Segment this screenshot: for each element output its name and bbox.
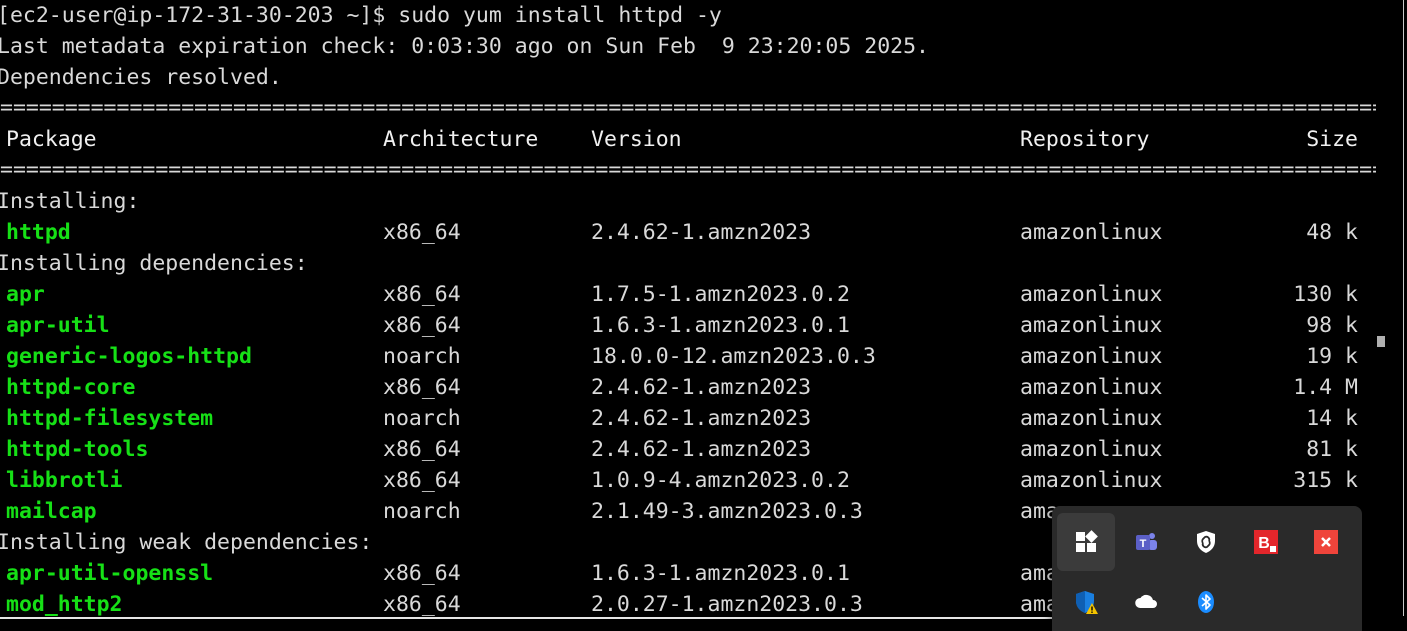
package-arch: x86_64 (383, 220, 461, 245)
package-size: 130 k (1293, 282, 1358, 307)
table-row: httpd-filesystem noarch 2.4.62-1.amzn202… (0, 403, 1376, 434)
onedrive-icon[interactable] (1117, 573, 1175, 631)
package-version: 18.0.0-12.amzn2023.0.3 (591, 344, 876, 369)
svg-text:T: T (1140, 538, 1147, 550)
package-size: 81 k (1306, 437, 1358, 462)
package-version: 2.1.49-3.amzn2023.0.3 (591, 499, 863, 524)
package-version: 1.7.5-1.amzn2023.0.2 (591, 282, 850, 307)
package-arch: x86_64 (383, 375, 461, 400)
package-arch: noarch (383, 406, 461, 431)
package-size: 98 k (1306, 313, 1358, 338)
header-architecture: Architecture (383, 127, 539, 152)
package-repo: amazonlinux (1020, 344, 1163, 369)
package-name: mailcap (6, 499, 97, 524)
svg-text:B: B (1258, 535, 1270, 552)
anydesk-icon[interactable] (1297, 513, 1355, 571)
package-arch: x86_64 (383, 592, 461, 617)
package-name: apr-util-openssl (6, 561, 214, 586)
package-name: apr-util (6, 313, 110, 338)
package-arch: x86_64 (383, 561, 461, 586)
package-version: 2.0.27-1.amzn2023.0.3 (591, 592, 863, 617)
package-name: httpd (6, 220, 71, 245)
package-repo: amazonlinux (1020, 468, 1163, 493)
section-weak-dependencies: Installing weak dependencies: (0, 530, 373, 555)
package-repo: amazonlinux (1020, 282, 1163, 307)
section-installing: Installing: (0, 189, 140, 214)
package-arch: x86_64 (383, 468, 461, 493)
package-repo: amazonlinux (1020, 375, 1163, 400)
table-row: generic-logos-httpd noarch 18.0.0-12.amz… (0, 341, 1376, 372)
table-row: libbrotli x86_64 1.0.9-4.amzn2023.0.2 am… (0, 465, 1376, 496)
package-version: 1.0.9-4.amzn2023.0.2 (591, 468, 850, 493)
package-size: 14 k (1306, 406, 1358, 431)
package-version: 2.4.62-1.amzn2023 (591, 375, 812, 400)
vpn-shield-icon[interactable] (1177, 513, 1235, 571)
package-arch: x86_64 (383, 313, 461, 338)
tray-overflow-flyout: T B (1052, 506, 1362, 631)
header-repository: Repository (1020, 127, 1150, 152)
app-grid-icon[interactable] (1057, 513, 1115, 571)
package-name: libbrotli (6, 468, 123, 493)
package-arch: x86_64 (383, 437, 461, 462)
package-size: 1.4 M (1293, 375, 1358, 400)
scrollbar-track[interactable] (1380, 0, 1404, 616)
header-package: Package (6, 127, 97, 152)
package-arch: x86_64 (383, 282, 461, 307)
bitdefender-icon[interactable]: B (1237, 513, 1295, 571)
teams-icon[interactable]: T (1117, 513, 1175, 571)
table-row: httpd-tools x86_64 2.4.62-1.amzn2023 ama… (0, 434, 1376, 465)
scrollbar-thumb[interactable] (1377, 336, 1385, 347)
package-name: generic-logos-httpd (6, 344, 252, 369)
package-name: mod_http2 (6, 592, 123, 617)
package-name: httpd-core (6, 375, 136, 400)
windows-security-warning-icon[interactable] (1057, 573, 1115, 631)
package-version: 2.4.62-1.amzn2023 (591, 220, 812, 245)
package-name: httpd-filesystem (6, 406, 214, 431)
table-row: httpd-core x86_64 2.4.62-1.amzn2023 amaz… (0, 372, 1376, 403)
header-size: Size (1306, 127, 1358, 152)
table-header: Package Architecture Version Repository … (0, 124, 1376, 155)
package-repo: amazonlinux (1020, 406, 1163, 431)
package-repo: amazonlinux (1020, 313, 1163, 338)
command-line: [ec2-user@ip-172-31-30-203 ~]$ sudo yum … (0, 3, 722, 28)
rule-bottom: ========================================… (0, 157, 1376, 182)
package-size: 48 k (1306, 220, 1358, 245)
terminal-bottom-border (0, 617, 1060, 619)
header-version: Version (591, 127, 682, 152)
package-version: 1.6.3-1.amzn2023.0.1 (591, 313, 850, 338)
package-version: 2.4.62-1.amzn2023 (591, 437, 812, 462)
package-size: 315 k (1293, 468, 1358, 493)
table-row: httpd x86_64 2.4.62-1.amzn2023 amazonlin… (0, 217, 1376, 248)
table-row: apr-util x86_64 1.6.3-1.amzn2023.0.1 ama… (0, 310, 1376, 341)
package-size: 19 k (1306, 344, 1358, 369)
package-arch: noarch (383, 499, 461, 524)
bluetooth-icon[interactable] (1177, 573, 1235, 631)
package-repo: amazonlinux (1020, 437, 1163, 462)
package-version: 1.6.3-1.amzn2023.0.1 (591, 561, 850, 586)
deps-resolved-line: Dependencies resolved. (0, 65, 282, 90)
section-dependencies: Installing dependencies: (0, 251, 308, 276)
rule-top: ========================================… (0, 95, 1376, 120)
package-arch: noarch (383, 344, 461, 369)
package-version: 2.4.62-1.amzn2023 (591, 406, 812, 431)
package-repo: amazonlinux (1020, 220, 1163, 245)
table-row: apr x86_64 1.7.5-1.amzn2023.0.2 amazonli… (0, 279, 1376, 310)
package-name: httpd-tools (6, 437, 149, 462)
package-name: apr (6, 282, 45, 307)
metadata-line: Last metadata expiration check: 0:03:30 … (0, 34, 929, 59)
